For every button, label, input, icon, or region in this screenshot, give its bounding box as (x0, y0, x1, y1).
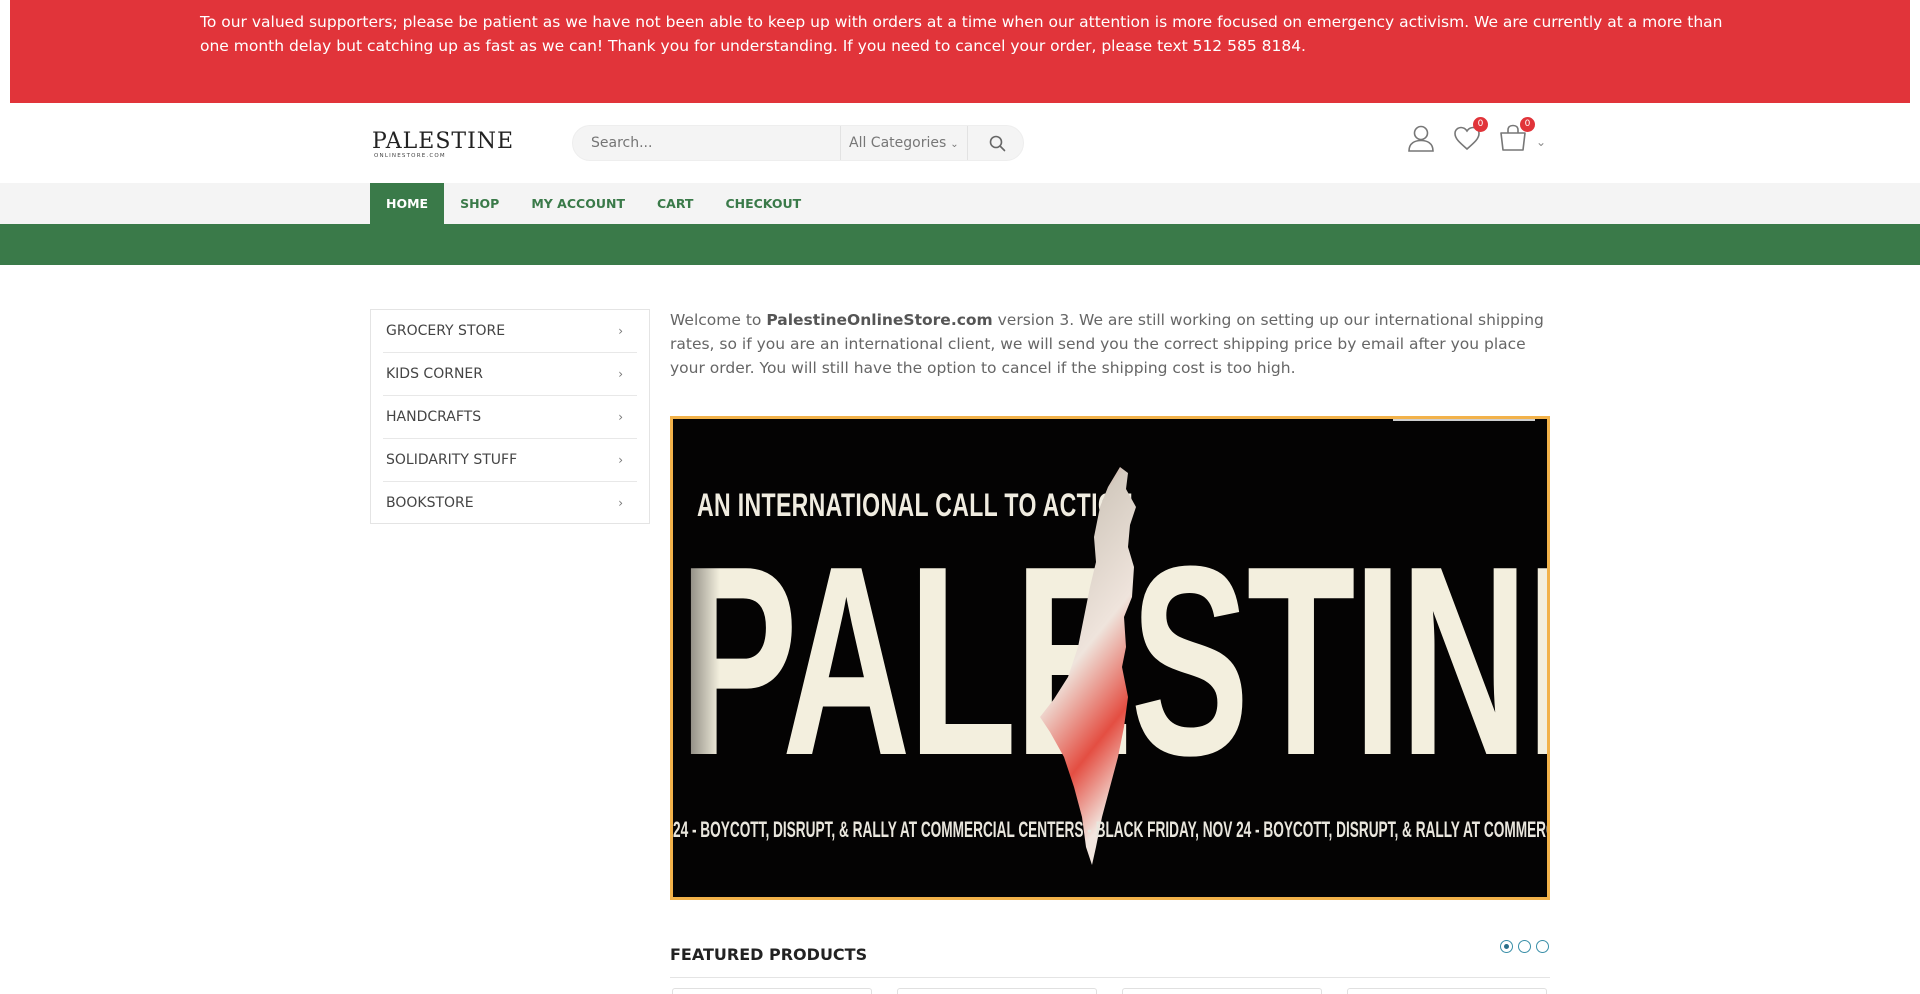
chevron-right-icon: › (618, 324, 623, 338)
product-card[interactable] (1347, 988, 1547, 994)
category-label: BOOKSTORE (386, 495, 474, 511)
featured-divider (670, 977, 1550, 978)
carousel-dots (1500, 940, 1549, 953)
palestine-map-graphic (1040, 467, 1136, 865)
chevron-down-icon: ⌄ (950, 139, 959, 150)
site-header: PALESTINE ONLINESTORE.COM All Categories… (0, 103, 1920, 183)
cart-count-badge: 0 (1520, 117, 1535, 132)
search-divider (840, 126, 841, 160)
product-card[interactable] (897, 988, 1097, 994)
category-label: HANDCRAFTS (386, 409, 482, 425)
category-solidarity-stuff[interactable]: SOLIDARITY STUFF › (383, 439, 637, 482)
category-select-value: All Categories (849, 135, 947, 151)
notice-text: To our valued supporters; please be pati… (200, 13, 1723, 55)
nav-my-account[interactable]: MY ACCOUNT (515, 183, 641, 224)
welcome-prefix: Welcome to (670, 311, 767, 329)
nav-checkout[interactable]: CHECKOUT (709, 183, 817, 224)
account-link[interactable] (1406, 123, 1436, 157)
main-nav: HOME SHOP MY ACCOUNT CART CHECKOUT (0, 183, 1920, 224)
site-logo[interactable]: PALESTINE ONLINESTORE.COM (372, 129, 513, 159)
chevron-right-icon: › (618, 367, 623, 381)
search-icon (989, 135, 1005, 151)
banner-ticker-text: 24 - BOYCOTT, DISRUPT, & RALLY AT COMMER… (673, 817, 1547, 842)
category-handcrafts[interactable]: HANDCRAFTS › (383, 396, 637, 439)
chevron-right-icon: › (618, 410, 623, 424)
logo-text: PALESTINE (372, 129, 515, 154)
carousel-dot-1[interactable] (1500, 940, 1513, 953)
logo-subtext: ONLINESTORE.COM (374, 153, 446, 159)
nav-cart[interactable]: CART (641, 183, 709, 224)
nav-shop[interactable]: SHOP (444, 183, 515, 224)
category-sidebar: GROCERY STORE › KIDS CORNER › HANDCRAFTS… (370, 309, 650, 524)
cart-link[interactable]: 0 (1497, 117, 1535, 157)
category-label: GROCERY STORE (386, 323, 506, 339)
carousel-dot-3[interactable] (1536, 940, 1549, 953)
chevron-right-icon: › (618, 453, 623, 467)
notice-bar: To our valued supporters; please be pati… (10, 0, 1910, 103)
product-card[interactable] (672, 988, 872, 994)
wishlist-count-badge: 0 (1473, 117, 1488, 132)
product-card[interactable] (1122, 988, 1322, 994)
category-kids-corner[interactable]: KIDS CORNER › (383, 353, 637, 396)
search-divider (967, 126, 968, 160)
category-label: SOLIDARITY STUFF (386, 452, 518, 468)
category-label: KIDS CORNER (386, 366, 483, 382)
banner-decor-line (1393, 419, 1535, 421)
featured-products-heading: FEATURED PRODUCTS (670, 945, 868, 964)
banner-image: AN INTERNATIONAL CALL TO ACTION PALESTIN… (673, 419, 1547, 897)
nav-home[interactable]: HOME (370, 183, 445, 224)
site-name: PalestineOnlineStore.com (766, 311, 993, 329)
category-select[interactable]: All Categories ⌄ (849, 126, 959, 160)
chevron-down-icon[interactable]: ⌄ (1536, 135, 1546, 149)
search-button[interactable] (975, 126, 1019, 160)
carousel-dot-2[interactable] (1518, 940, 1531, 953)
user-icon (1408, 125, 1434, 152)
search-input[interactable] (591, 126, 847, 160)
banner-ticker: 24 - BOYCOTT, DISRUPT, & RALLY AT COMMER… (673, 817, 1547, 847)
search-bar: All Categories⌄ (572, 125, 1024, 161)
category-grocery-store[interactable]: GROCERY STORE › (383, 310, 637, 353)
wishlist-link[interactable]: 0 (1452, 117, 1488, 157)
category-bookstore[interactable]: BOOKSTORE › (383, 482, 637, 525)
green-band (0, 224, 1920, 265)
chevron-right-icon: › (618, 496, 623, 510)
welcome-text: Welcome to PalestineOnlineStore.com vers… (670, 308, 1550, 380)
hero-banner[interactable]: AN INTERNATIONAL CALL TO ACTION PALESTIN… (670, 416, 1550, 900)
